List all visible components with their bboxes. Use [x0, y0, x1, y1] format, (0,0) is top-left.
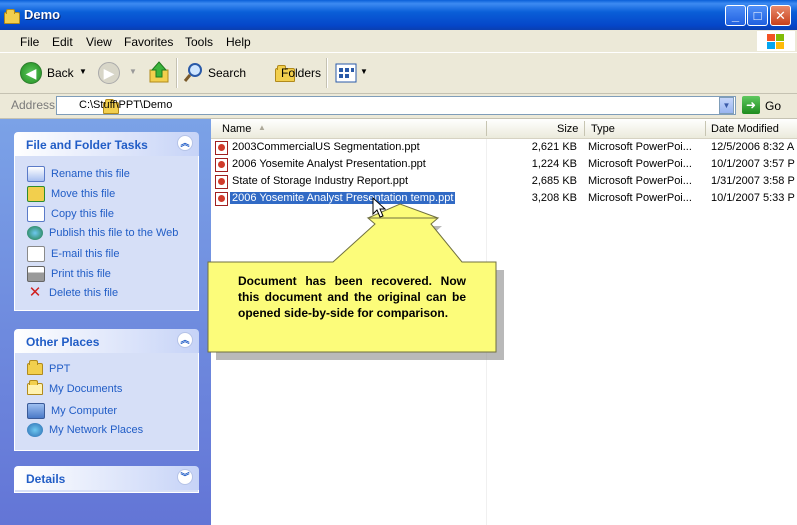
ppt-file-icon	[215, 158, 228, 172]
menu-bar	[0, 30, 797, 53]
email-icon	[27, 246, 45, 262]
back-dropdown-icon[interactable]: ▼	[79, 67, 87, 76]
file-type: Microsoft PowerPoi...	[588, 141, 692, 153]
callout-text: Document has been recovered. Now this do…	[238, 274, 466, 320]
panel-title: Other Places	[26, 335, 100, 349]
file-row[interactable]: State of Storage Industry Report.ppt 2,6…	[211, 174, 797, 190]
column-divider[interactable]	[486, 121, 487, 136]
column-headers	[211, 119, 797, 139]
column-header-date[interactable]: Date Modified	[711, 123, 779, 135]
search-icon[interactable]	[183, 61, 205, 86]
collapse-chevron-icon[interactable]: ︽	[177, 332, 193, 348]
other-places-panel: PPT My Documents My Computer My Network …	[14, 353, 199, 451]
task-delete[interactable]: ✕ Delete this file	[27, 284, 118, 301]
window-title: Demo	[24, 7, 61, 22]
details-panel	[14, 490, 199, 493]
menu-favorites[interactable]: Favorites	[124, 35, 173, 49]
task-email[interactable]: E-mail this file	[27, 246, 119, 262]
collapse-chevron-icon[interactable]: ︽	[177, 135, 193, 151]
address-label: Address	[11, 98, 56, 112]
other-places-header[interactable]: Other Places ︽	[14, 329, 199, 353]
file-size: 2,685 KB	[531, 175, 577, 187]
computer-icon	[27, 403, 45, 419]
my-documents-icon	[27, 380, 43, 395]
menu-edit[interactable]: Edit	[52, 35, 73, 49]
network-icon	[27, 423, 43, 437]
details-header[interactable]: Details ︾	[14, 466, 199, 490]
minimize-button[interactable]: _	[725, 5, 746, 26]
address-dropdown-icon[interactable]: ▼	[719, 97, 734, 114]
task-move[interactable]: Move this file	[27, 186, 115, 202]
rename-icon	[27, 166, 45, 182]
file-folder-tasks-header[interactable]: File and Folder Tasks ︽	[14, 132, 199, 156]
column-header-size[interactable]: Size	[557, 123, 578, 135]
file-date: 10/1/2007 5:33 P	[711, 192, 795, 204]
menu-view[interactable]: View	[86, 35, 112, 49]
file-size: 1,224 KB	[531, 158, 577, 170]
file-type: Microsoft PowerPoi...	[588, 175, 692, 187]
file-folder-tasks-panel: Rename this file Move this file Copy thi…	[14, 156, 199, 311]
place-ppt[interactable]: PPT	[27, 360, 70, 375]
forward-dropdown-icon[interactable]: ▼	[129, 67, 137, 76]
windows-logo-icon	[757, 31, 795, 51]
ppt-file-icon	[215, 141, 228, 155]
folders-button[interactable]: Folders	[281, 66, 321, 80]
column-header-type[interactable]: Type	[591, 123, 615, 135]
back-button[interactable]: Back	[47, 66, 74, 80]
mouse-cursor-icon	[372, 197, 386, 218]
folder-icon	[27, 360, 43, 375]
panel-title: Details	[26, 472, 66, 486]
file-row[interactable]: 2003CommercialUS Segmentation.ppt 2,621 …	[211, 140, 797, 156]
place-my-computer[interactable]: My Computer	[27, 403, 117, 419]
file-name: State of Storage Industry Report.ppt	[232, 175, 409, 187]
place-network[interactable]: My Network Places	[27, 423, 143, 437]
back-arrow-icon[interactable]: ◀	[20, 62, 42, 84]
sort-ascending-icon: ▲	[258, 123, 266, 132]
place-my-documents[interactable]: My Documents	[27, 380, 122, 395]
go-arrow-icon[interactable]: ➜	[742, 96, 760, 114]
menu-help[interactable]: Help	[226, 35, 251, 49]
go-button[interactable]: Go	[765, 99, 781, 113]
expand-chevron-icon[interactable]: ︾	[177, 469, 193, 485]
menu-tools[interactable]: Tools	[185, 35, 213, 49]
maximize-button[interactable]: □	[747, 5, 768, 26]
file-type: Microsoft PowerPoi...	[588, 158, 692, 170]
up-folder-icon[interactable]	[148, 60, 170, 87]
file-row[interactable]: 2006 Yosemite Analyst Presentation.ppt 1…	[211, 157, 797, 173]
file-size: 3,208 KB	[531, 192, 577, 204]
close-button[interactable]: ✕	[770, 5, 791, 26]
file-size: 2,621 KB	[531, 141, 577, 153]
delete-x-icon: ✕	[28, 284, 42, 301]
move-icon	[27, 186, 45, 202]
search-button[interactable]: Search	[208, 66, 246, 80]
file-date: 12/5/2006 8:32 A	[711, 141, 795, 153]
ppt-file-icon	[215, 175, 228, 189]
title-bar[interactable]	[0, 0, 797, 30]
task-publish[interactable]: Publish this file to the Web	[27, 226, 178, 240]
printer-icon	[27, 266, 45, 282]
task-print[interactable]: Print this file	[27, 266, 111, 282]
views-icon[interactable]	[335, 63, 357, 86]
file-date: 1/31/2007 3:58 P	[711, 175, 795, 187]
address-path: C:\Stuff\PPT\Demo	[79, 99, 173, 111]
column-divider[interactable]	[584, 121, 585, 136]
column-header-name[interactable]: Name	[222, 123, 251, 135]
panel-title: File and Folder Tasks	[26, 138, 148, 152]
task-copy[interactable]: Copy this file	[27, 206, 114, 222]
task-rename[interactable]: Rename this file	[27, 166, 130, 182]
menu-file[interactable]: File	[20, 35, 39, 49]
views-dropdown-icon[interactable]: ▼	[360, 67, 368, 76]
folder-icon	[4, 9, 20, 24]
toolbar-separator	[326, 58, 328, 88]
forward-arrow-icon[interactable]: ▶	[98, 62, 120, 84]
file-name: 2003CommercialUS Segmentation.ppt	[232, 141, 420, 153]
column-divider[interactable]	[705, 121, 706, 136]
toolbar-separator	[176, 58, 178, 88]
globe-icon	[27, 226, 43, 240]
copy-icon	[27, 206, 45, 222]
file-date: 10/1/2007 3:57 P	[711, 158, 795, 170]
file-name: 2006 Yosemite Analyst Presentation.ppt	[232, 158, 426, 170]
file-type: Microsoft PowerPoi...	[588, 192, 692, 204]
